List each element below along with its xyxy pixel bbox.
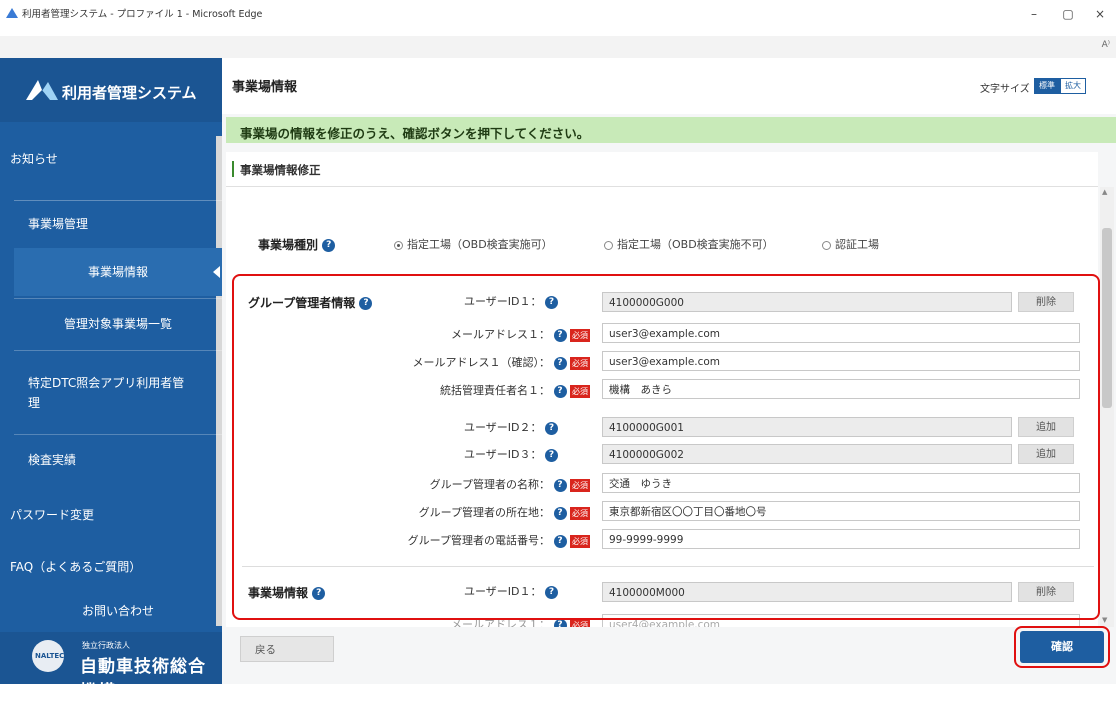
close-button[interactable]: ×: [1090, 7, 1110, 21]
app-icon: [6, 8, 18, 18]
instruction-banner: 事業場の情報を修正のうえ、確認ボタンを押下してください。: [226, 117, 1116, 143]
font-size-large-button[interactable]: 拡大: [1060, 78, 1086, 94]
type-option-2-label: 指定工場（OBD検査実施不可）: [617, 238, 774, 251]
window-title: 利用者管理システム - プロファイル 1 - Microsoft Edge: [22, 9, 263, 20]
help-icon[interactable]: ?: [322, 239, 336, 252]
action-bar: [226, 628, 1116, 684]
font-size-label: 文字サイズ: [980, 84, 1030, 95]
type-option-3[interactable]: 認証工場: [822, 236, 879, 252]
radio-icon[interactable]: [822, 240, 831, 250]
font-size-standard-button[interactable]: 標準: [1034, 78, 1060, 94]
org-badge: NALTEC: [35, 652, 65, 660]
business-type-label-text: 事業場種別: [258, 238, 319, 252]
logo-mark-icon: [26, 80, 58, 100]
nav-faq[interactable]: FAQ（よくあるご質問）: [0, 552, 222, 582]
radio-icon[interactable]: [604, 240, 613, 250]
back-button[interactable]: 戻る: [240, 636, 334, 662]
business-type-label: 事業場種別 ?: [258, 236, 336, 253]
nav-business-info[interactable]: 事業場情報: [14, 248, 222, 296]
type-option-1[interactable]: 指定工場（OBD検査実施可）: [394, 236, 553, 252]
section-header: 事業場情報修正: [226, 152, 1098, 187]
active-arrow-icon: [213, 266, 220, 278]
banner-message: 事業場の情報を修正のうえ、確認ボタンを押下してください。: [240, 126, 590, 141]
radio-selected-icon[interactable]: [394, 240, 403, 250]
confirm-button[interactable]: 確認: [1020, 631, 1104, 663]
nav-business-info-label: 事業場情報: [87, 265, 148, 279]
scrollbar-thumb[interactable]: [1102, 228, 1112, 408]
org-name: 自動車技術総合機構: [80, 657, 206, 702]
maximize-button[interactable]: ▢: [1058, 7, 1078, 21]
type-option-1-label: 指定工場（OBD検査実施可）: [407, 238, 553, 251]
page-title: 事業場情報: [232, 80, 298, 95]
app-name: 利用者管理システム: [62, 84, 197, 102]
nav-password-change[interactable]: パスワード変更: [0, 500, 222, 530]
highlight-frame: [232, 274, 1100, 620]
app-logo[interactable]: 利用者管理システム: [0, 58, 222, 122]
nav-contact[interactable]: お問い合わせ: [14, 596, 222, 626]
nav-dtc-app-users[interactable]: 特定DTC照会アプリ利用者管理: [14, 350, 222, 430]
scroll-down-icon[interactable]: ▼: [1102, 616, 1107, 624]
nav-inspection-results[interactable]: 検査実績: [14, 434, 222, 484]
type-option-2[interactable]: 指定工場（OBD検査実施不可）: [604, 236, 774, 252]
nav-business-management[interactable]: 事業場管理: [14, 200, 222, 246]
type-option-3-label: 認証工場: [835, 238, 879, 251]
browser-titlebar: 利用者管理システム - プロファイル 1 - Microsoft Edge – …: [0, 0, 1116, 37]
nav-managed-business-list[interactable]: 管理対象事業場一覧: [14, 298, 222, 349]
read-aloud-icon[interactable]: A⁾: [1102, 40, 1110, 50]
nav-news[interactable]: お知らせ: [0, 150, 222, 172]
scroll-up-icon[interactable]: ▲: [1102, 188, 1107, 196]
section-accent: [232, 161, 234, 177]
org-small-text: 独立行政法人: [82, 641, 130, 650]
section-title: 事業場情報修正: [240, 163, 321, 177]
browser-toolbar: A⁾: [0, 36, 1116, 59]
org-logo: NALTEC 独立行政法人 自動車技術総合機構: [0, 632, 222, 702]
minimize-button[interactable]: –: [1024, 7, 1044, 21]
